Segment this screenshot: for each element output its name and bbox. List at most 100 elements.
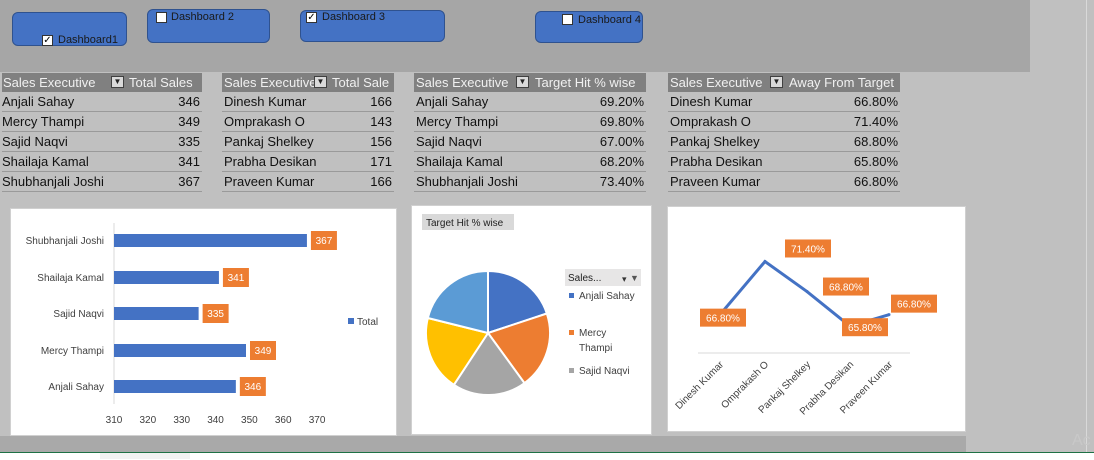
- tick-label: 320: [140, 415, 157, 426]
- table-row: Mercy Thampi 69.80%: [414, 112, 646, 132]
- filter-icon[interactable]: ▼: [770, 76, 783, 88]
- data-point: [763, 259, 767, 263]
- checkmark-icon: ✓: [307, 12, 316, 23]
- row-name: Pankaj Shelkey: [224, 134, 314, 149]
- dashboard3-button[interactable]: ✓ Dashboard 3: [300, 10, 445, 42]
- data-label: 335: [207, 309, 224, 320]
- table-row: Shubhanjali Joshi 367: [2, 172, 202, 192]
- bar: [114, 380, 236, 393]
- category-label: Anjali Sahay: [48, 382, 104, 393]
- sheet-tab[interactable]: [100, 453, 190, 459]
- data-label: 66.80%: [706, 314, 740, 325]
- category-label: Shubhanjali Joshi: [26, 236, 104, 247]
- dashboard1-button[interactable]: ✓ Dashboard1: [12, 12, 127, 46]
- table-row: Sajid Naqvi 335: [2, 132, 202, 152]
- dashboard1-checkbox[interactable]: ✓: [42, 35, 53, 46]
- row-name: Omprakash O: [224, 114, 305, 129]
- row-name: Sajid Naqvi: [2, 134, 68, 149]
- line-chart-panel[interactable]: 66.80% 71.40% 68.80% 65.80% 66.80% Dinesh Kum…: [667, 206, 966, 432]
- data-point: [887, 313, 891, 317]
- row-name: Anjali Sahay: [416, 94, 489, 109]
- table-row: Pankaj Shelkey 68.80%: [668, 132, 900, 152]
- dashboard4-button[interactable]: Dashboard 4: [535, 11, 643, 43]
- column-header-total-sales: Total Sales: [129, 75, 193, 90]
- table-row: Praveen Kumar 166: [222, 172, 394, 192]
- dashboard-bottom-band: [0, 436, 966, 452]
- data-label: 349: [255, 346, 272, 357]
- data-label: 341: [228, 273, 245, 284]
- row-value: 166: [370, 94, 392, 109]
- legend-swatch: [569, 293, 574, 298]
- column-header-sales-executive: Sales Executive: [3, 75, 96, 90]
- filter-icon[interactable]: ▼: [111, 76, 124, 88]
- row-name: Mercy Thampi: [416, 114, 499, 129]
- table-row: Mercy Thampi 349: [2, 112, 202, 132]
- pie-chart-panel[interactable]: Target Hit % wise Sales... ▾ ▼ Anjali Sahay M…: [411, 205, 652, 435]
- row-value: 349: [178, 114, 200, 129]
- row-value: 66.80%: [853, 174, 898, 189]
- dashboard2-checkbox[interactable]: [156, 12, 167, 23]
- pie-field-label: Target Hit % wise: [426, 218, 504, 229]
- row-value: 65.80%: [853, 154, 898, 169]
- tick-label: 310: [106, 415, 123, 426]
- filter-icon[interactable]: ▼: [314, 76, 327, 88]
- row-value: 346: [178, 94, 200, 109]
- tick-label: 360: [275, 415, 292, 426]
- legend-label: Sajid Naqvi: [579, 366, 630, 377]
- dashboard4-checkbox[interactable]: [562, 14, 573, 25]
- data-label: 367: [316, 236, 333, 247]
- table-row: Prabha Desikan 65.80%: [668, 152, 900, 172]
- pie-chart: Target Hit % wise Sales... ▾ ▼ Anjali Sahay M…: [422, 214, 641, 396]
- row-name: Anjali Sahay: [2, 94, 75, 109]
- row-value: 69.20%: [599, 94, 644, 109]
- bar-chart-panel[interactable]: Shubhanjali Joshi 367 Shailaja Kamal 341 Saj…: [10, 208, 397, 436]
- column-header-away-from-target: Away From Target: [789, 75, 895, 90]
- pivot-header: Sales Executive ▼ Total Sale: [222, 73, 394, 92]
- row-name: Praveen Kumar: [670, 174, 761, 189]
- row-name: Prabha Desikan: [224, 154, 317, 169]
- line-chart: 66.80%71.40%68.80%65.80%66.80%Dinesh Kum…: [674, 239, 937, 417]
- row-name: Sajid Naqvi: [416, 134, 482, 149]
- legend-swatch: [569, 368, 574, 373]
- pivot-header: Sales Executive ▼ Total Sales: [2, 73, 202, 92]
- row-name: Shailaja Kamal: [2, 154, 89, 169]
- legend-swatch: [348, 318, 354, 324]
- column-header-sales-executive: Sales Executive: [670, 75, 763, 90]
- row-value: 68.80%: [853, 134, 898, 149]
- row-value: 69.80%: [599, 114, 644, 129]
- dropdown-icon: ▾: [622, 274, 627, 284]
- table-row: Omprakash O 143: [222, 112, 394, 132]
- legend-label: Mercy: [579, 328, 606, 339]
- pivot-header: Sales Executive ▼ Target Hit % wise: [414, 73, 646, 92]
- dashboard3-label: Dashboard 3: [322, 11, 385, 23]
- data-label: 66.80%: [897, 300, 931, 311]
- pivot-header: Sales Executive ▼ Away From Target: [668, 73, 900, 92]
- bar-chart: Shubhanjali Joshi 367 Shailaja Kamal 341 Saj…: [26, 223, 378, 426]
- row-value: 71.40%: [853, 114, 898, 129]
- dashboard4-label: Dashboard 4: [578, 14, 641, 26]
- column-header-target-hit: Target Hit % wise: [535, 75, 636, 90]
- row-name: Praveen Kumar: [224, 174, 315, 189]
- legend-label: Anjali Sahay: [579, 291, 635, 302]
- table-row: Shubhanjali Joshi 73.40%: [414, 172, 646, 192]
- legend-swatch: [569, 330, 574, 335]
- column-header-total-sale: Total Sale: [332, 75, 390, 90]
- row-name: Shubhanjali Joshi: [416, 174, 518, 189]
- row-value: 166: [370, 174, 392, 189]
- dashboard2-button[interactable]: Dashboard 2: [147, 9, 270, 43]
- bar: [114, 344, 246, 357]
- dashboard3-checkbox[interactable]: ✓: [306, 12, 317, 23]
- table-row: Sajid Naqvi 67.00%: [414, 132, 646, 152]
- row-value: 156: [370, 134, 392, 149]
- bar: [114, 234, 307, 247]
- row-name: Prabha Desikan: [670, 154, 763, 169]
- row-value: 73.40%: [599, 174, 644, 189]
- tick-label: 340: [207, 415, 224, 426]
- filter-icon[interactable]: ▼: [516, 76, 529, 88]
- table-row: Prabha Desikan 171: [222, 152, 394, 172]
- table-row: Omprakash O 71.40%: [668, 112, 900, 132]
- bar: [114, 307, 199, 320]
- column-header-sales-executive: Sales Executive: [416, 75, 509, 90]
- category-label: Shailaja Kamal: [37, 273, 104, 284]
- row-name: Shubhanjali Joshi: [2, 174, 104, 189]
